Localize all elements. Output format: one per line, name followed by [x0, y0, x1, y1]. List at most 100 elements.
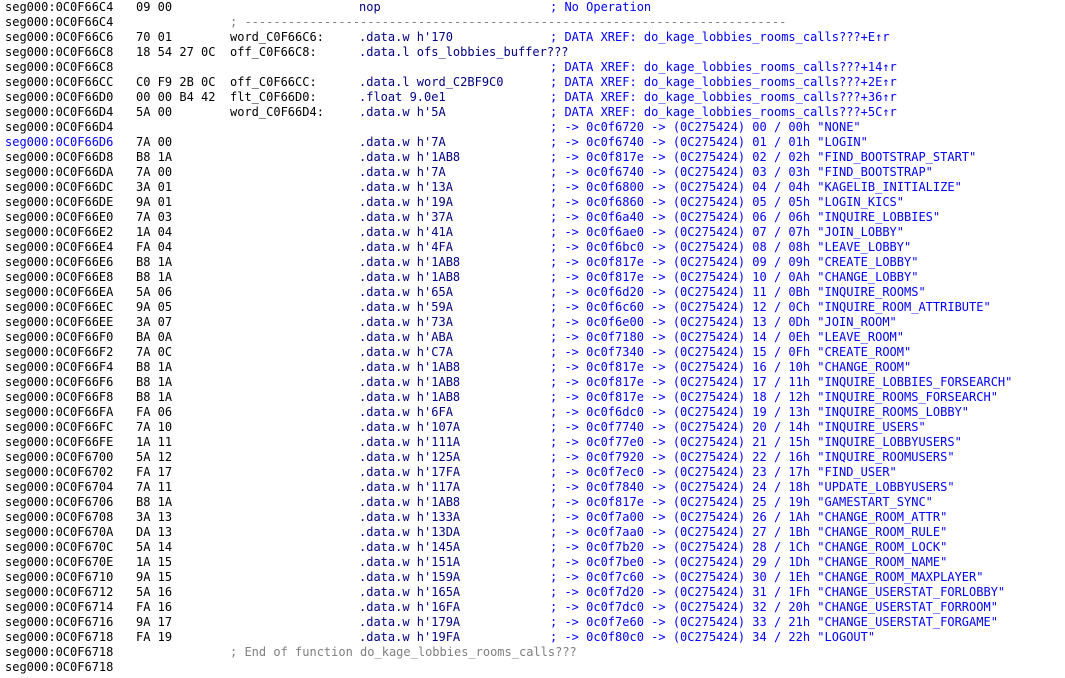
- data-directive[interactable]: .data.w h'13DA: [359, 525, 460, 540]
- listing-line[interactable]: seg000:0C0F66E2 1A 04 .data.w h'41A ; -> 0c…: [0, 225, 1065, 240]
- data-directive[interactable]: .data.w h'7A: [359, 135, 446, 150]
- data-directive[interactable]: .data.w h'59A: [359, 300, 453, 315]
- listing-line[interactable]: seg000:0C0F6716 9A 17 .data.w h'179A ; -> 0…: [0, 615, 1065, 630]
- listing-line[interactable]: seg000:0C0F66E4 FA 04 .data.w h'4FA ; -> 0c…: [0, 240, 1065, 255]
- listing-line[interactable]: seg000:0C0F66E8 B8 1A .data.w h'1AB8 ; -> 0…: [0, 270, 1065, 285]
- listing-line[interactable]: seg000:0C0F66C8 ; DATA XREF: do_kage_lobb…: [0, 60, 1065, 75]
- address[interactable]: seg000:0C0F6716: [5, 615, 113, 630]
- address[interactable]: seg000:0C0F66DE: [5, 195, 113, 210]
- address[interactable]: seg000:0C0F66FE: [5, 435, 113, 450]
- address[interactable]: seg000:0C0F6702: [5, 465, 113, 480]
- address[interactable]: seg000:0C0F670C: [5, 540, 113, 555]
- data-directive[interactable]: .data.w h'165A: [359, 585, 460, 600]
- address[interactable]: seg000:0C0F66F0: [5, 330, 113, 345]
- address[interactable]: seg000:0C0F66EE: [5, 315, 113, 330]
- listing-line[interactable]: seg000:0C0F66F8 B8 1A .data.w h'1AB8 ; -> 0…: [0, 390, 1065, 405]
- data-directive[interactable]: .data.w h'107A: [359, 420, 460, 435]
- listing-line[interactable]: seg000:0C0F66CC C0 F9 2B 0C off_C0F66CC: .d…: [0, 75, 1065, 90]
- address[interactable]: seg000:0C0F66CC: [5, 75, 113, 90]
- data-directive[interactable]: .data.w h'1AB8: [359, 375, 460, 390]
- data-directive[interactable]: .data.w h'41A: [359, 225, 453, 240]
- address[interactable]: seg000:0C0F66C4: [5, 0, 113, 15]
- listing-line[interactable]: seg000:0C0F66F6 B8 1A .data.w h'1AB8 ; -> 0…: [0, 375, 1065, 390]
- data-directive[interactable]: .data.w h'ABA: [359, 330, 453, 345]
- data-directive[interactable]: .data.w h'73A: [359, 315, 453, 330]
- listing-line[interactable]: seg000:0C0F66FA FA 06 .data.w h'6FA ; -> 0c…: [0, 405, 1065, 420]
- address[interactable]: seg000:0C0F66DC: [5, 180, 113, 195]
- address[interactable]: seg000:0C0F66D4: [5, 105, 113, 120]
- data-directive[interactable]: .data.w h'1AB8: [359, 255, 460, 270]
- data-directive[interactable]: .data.w h'13A: [359, 180, 453, 195]
- address[interactable]: seg000:0C0F66EC: [5, 300, 113, 315]
- data-directive[interactable]: .data.w h'133A: [359, 510, 460, 525]
- address[interactable]: seg000:0C0F66DA: [5, 165, 113, 180]
- address[interactable]: seg000:0C0F66C4: [5, 15, 113, 30]
- address[interactable]: seg000:0C0F66F2: [5, 345, 113, 360]
- address[interactable]: seg000:0C0F66D8: [5, 150, 113, 165]
- listing-line[interactable]: seg000:0C0F66FE 1A 11 .data.w h'111A ; -> 0…: [0, 435, 1065, 450]
- data-directive[interactable]: .data.w h'1AB8: [359, 150, 460, 165]
- listing-line[interactable]: seg000:0C0F6714 FA 16 .data.w h'16FA ; -> 0…: [0, 600, 1065, 615]
- listing-line[interactable]: seg000:0C0F66C8 18 54 27 0C off_C0F66C8: .d…: [0, 45, 1065, 60]
- address[interactable]: seg000:0C0F66E0: [5, 210, 113, 225]
- data-directive[interactable]: .data.w h'1AB8: [359, 390, 460, 405]
- listing-line[interactable]: seg000:0C0F6704 7A 11 .data.w h'117A ; -> 0…: [0, 480, 1065, 495]
- listing-line[interactable]: seg000:0C0F66D4 ; -> 0c0f6720 -> (0C27542…: [0, 120, 1065, 135]
- listing-line[interactable]: seg000:0C0F66E0 7A 03 .data.w h'37A ; -> 0c…: [0, 210, 1065, 225]
- address[interactable]: seg000:0C0F66F6: [5, 375, 113, 390]
- listing-line[interactable]: seg000:0C0F6702 FA 17 .data.w h'17FA ; -> 0…: [0, 465, 1065, 480]
- listing-line[interactable]: seg000:0C0F66F4 B8 1A .data.w h'1AB8 ; -> 0…: [0, 360, 1065, 375]
- address[interactable]: seg000:0C0F670E: [5, 555, 113, 570]
- address[interactable]: seg000:0C0F6718: [5, 660, 113, 675]
- listing-line[interactable]: seg000:0C0F66F0 BA 0A .data.w h'ABA ; -> 0c…: [0, 330, 1065, 345]
- listing-line[interactable]: seg000:0C0F6706 B8 1A .data.w h'1AB8 ; -> 0…: [0, 495, 1065, 510]
- data-directive[interactable]: .data.w h'1AB8: [359, 495, 460, 510]
- listing-line[interactable]: seg000:0C0F6708 3A 13 .data.w h'133A ; -> 0…: [0, 510, 1065, 525]
- address[interactable]: seg000:0C0F6704: [5, 480, 113, 495]
- address[interactable]: seg000:0C0F66E6: [5, 255, 113, 270]
- address[interactable]: seg000:0C0F6718: [5, 630, 113, 645]
- address[interactable]: seg000:0C0F6712: [5, 585, 113, 600]
- listing-line[interactable]: seg000:0C0F66C4 09 00 nop ; No Operation: [0, 0, 1065, 15]
- address[interactable]: seg000:0C0F6710: [5, 570, 113, 585]
- address[interactable]: seg000:0C0F6706: [5, 495, 113, 510]
- data-directive[interactable]: .data.w h'111A: [359, 435, 460, 450]
- data-directive[interactable]: .float 9.0e1: [359, 90, 446, 105]
- data-directive[interactable]: .data.w h'159A: [359, 570, 460, 585]
- listing-line[interactable]: seg000:0C0F66EC 9A 05 .data.w h'59A ; -> 0c…: [0, 300, 1065, 315]
- data-label[interactable]: word_C0F66C6:: [230, 30, 324, 45]
- listing-line[interactable]: seg000:0C0F66DA 7A 00 .data.w h'7A ; -> 0c0…: [0, 165, 1065, 180]
- address[interactable]: seg000:0C0F66C6: [5, 30, 113, 45]
- listing-line[interactable]: seg000:0C0F66DE 9A 01 .data.w h'19A ; -> 0c…: [0, 195, 1065, 210]
- listing-line[interactable]: seg000:0C0F66FC 7A 10 .data.w h'107A ; -> 0…: [0, 420, 1065, 435]
- address[interactable]: seg000:0C0F6700: [5, 450, 113, 465]
- data-directive[interactable]: .data.l word_C2BF9C0: [359, 75, 504, 90]
- data-directive[interactable]: .data.w h'C7A: [359, 345, 453, 360]
- data-directive[interactable]: .data.w h'145A: [359, 540, 460, 555]
- listing-line[interactable]: seg000:0C0F66D8 B8 1A .data.w h'1AB8 ; -> 0…: [0, 150, 1065, 165]
- listing-line[interactable]: seg000:0C0F66E6 B8 1A .data.w h'1AB8 ; -> 0…: [0, 255, 1065, 270]
- address[interactable]: seg000:0C0F6708: [5, 510, 113, 525]
- listing-line[interactable]: seg000:0C0F66D6 7A 00 .data.w h'7A ; -> 0c0…: [0, 135, 1065, 150]
- data-directive[interactable]: .data.w h'5A: [359, 105, 446, 120]
- data-directive[interactable]: .data.l ofs_lobbies_buffer???: [359, 45, 569, 60]
- data-directive[interactable]: .data.w h'17FA: [359, 465, 460, 480]
- data-directive[interactable]: .data.w h'4FA: [359, 240, 453, 255]
- listing-line[interactable]: seg000:0C0F6718: [0, 660, 1065, 675]
- listing-line[interactable]: seg000:0C0F66EE 3A 07 .data.w h'73A ; -> 0c…: [0, 315, 1065, 330]
- disassembly-listing[interactable]: seg000:0C0F66C4 09 00 nop; No Operation seg…: [0, 0, 1065, 678]
- address[interactable]: seg000:0C0F670A: [5, 525, 113, 540]
- address[interactable]: seg000:0C0F66D6: [5, 135, 113, 150]
- data-directive[interactable]: .data.w h'151A: [359, 555, 460, 570]
- data-label[interactable]: word_C0F66D4:: [230, 105, 324, 120]
- listing-line[interactable]: seg000:0C0F670A DA 13 .data.w h'13DA ; -> 0…: [0, 525, 1065, 540]
- listing-line[interactable]: seg000:0C0F6700 5A 12 .data.w h'125A ; -> 0…: [0, 450, 1065, 465]
- data-directive[interactable]: .data.w h'16FA: [359, 600, 460, 615]
- address[interactable]: seg000:0C0F66D4: [5, 120, 113, 135]
- data-directive[interactable]: .data.w h'37A: [359, 210, 453, 225]
- listing-line[interactable]: seg000:0C0F66C4 ; -----------------------…: [0, 15, 1065, 30]
- listing-line[interactable]: seg000:0C0F66EA 5A 06 .data.w h'65A ; -> 0c…: [0, 285, 1065, 300]
- data-directive[interactable]: .data.w h'117A: [359, 480, 460, 495]
- listing-line[interactable]: seg000:0C0F6718 ; End of function do_kage…: [0, 645, 1065, 660]
- data-directive[interactable]: .data.w h'7A: [359, 165, 446, 180]
